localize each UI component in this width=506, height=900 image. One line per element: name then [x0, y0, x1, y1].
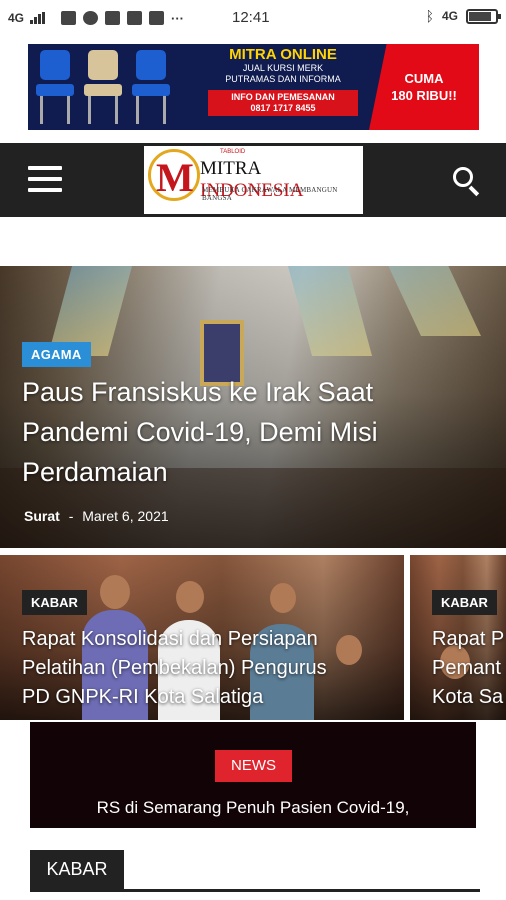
ad-title: MITRA ONLINE	[229, 46, 337, 63]
menu-icon[interactable]	[28, 166, 62, 192]
ad-price: CUMA 180 RIBU!!	[369, 44, 479, 130]
ad-info-line-1: INFO DAN PEMESANAN	[231, 92, 335, 102]
status-right: ᛒ 4G	[425, 8, 501, 24]
card-title-line: Pemant	[432, 657, 501, 679]
ad-line-1: JUAL KURSI MERK	[242, 63, 324, 73]
ad-chairs-image	[34, 50, 172, 124]
signal-icon	[30, 12, 46, 24]
hero-category-badge[interactable]: AGAMA	[22, 342, 91, 367]
search-icon[interactable]	[453, 167, 481, 197]
hero-meta: Surat - Maret 6, 2021	[24, 508, 169, 524]
ad-info: INFO DAN PEMESANAN 0817 1717 8455	[208, 90, 358, 116]
qr-icon	[127, 11, 143, 25]
network-type-right: 4G	[441, 9, 458, 23]
news-ticker[interactable]: NEWS RS di Semarang Penuh Pasien Covid-1…	[30, 722, 476, 828]
ad-banner[interactable]: MITRA ONLINE JUAL KURSI MERK PUTRAMAS DA…	[28, 44, 479, 130]
message-icon	[61, 11, 77, 25]
card-category-badge[interactable]: KABAR	[432, 590, 497, 615]
section-label[interactable]: KABAR	[30, 850, 124, 889]
card-title-line: Rapat Konsolidasi dan Persiapan	[22, 628, 318, 650]
card-title-line: Pelatihan (Pembekalan) Pengurus	[22, 657, 327, 679]
chair-blue-icon	[34, 50, 76, 124]
mail-icon	[149, 11, 165, 25]
card-title-line: Kota Sa	[432, 686, 504, 708]
ad-price-line-2: 180 RIBU!!	[391, 88, 457, 103]
stained-glass-window	[287, 266, 373, 356]
hero-date: Maret 6, 2021	[82, 508, 169, 524]
news-badge: NEWS	[215, 750, 292, 782]
chair-beige-icon	[82, 50, 124, 124]
news-ticker-text[interactable]: RS di Semarang Penuh Pasien Covid-19,	[30, 798, 476, 818]
battery-icon	[466, 8, 501, 24]
card-title-line: PD GNPK-RI Kota Salatiga	[22, 686, 264, 708]
status-left: 4G ···	[8, 11, 184, 26]
notification-icons: ···	[61, 11, 184, 26]
card-title[interactable]: Rapat Konsolidasi dan Persiapan Pelatiha…	[22, 625, 327, 712]
logo-emblem-icon: M	[148, 149, 200, 201]
bluetooth-icon: ᛒ	[425, 8, 434, 24]
ad-info-line-2: 0817 1717 8455	[250, 103, 316, 113]
logo-name-part1: MITRA	[200, 158, 261, 179]
ad-price-line-1: CUMA	[404, 71, 444, 86]
stained-glass-window	[379, 266, 481, 336]
site-logo[interactable]: M TABLOID MITRA INDONESIA MEMBUKA CAKRAW…	[144, 146, 363, 214]
hero-author[interactable]: Surat	[24, 508, 60, 524]
section-heading: KABAR	[30, 850, 480, 892]
hero-title[interactable]: Paus Fransiskus ke Irak Saat Pandemi Cov…	[22, 372, 462, 492]
ad-text: MITRA ONLINE JUAL KURSI MERK PUTRAMAS DA…	[188, 46, 378, 116]
chat-bubble-icon	[83, 11, 99, 25]
logo-small-text: TABLOID	[220, 149, 246, 155]
card-title[interactable]: Rapat P Pemant Kota Sa	[432, 625, 506, 712]
clock: 12:41	[232, 9, 270, 26]
more-notifications: ···	[171, 10, 185, 26]
card-category-badge[interactable]: KABAR	[22, 590, 87, 615]
status-bar: 4G ··· 12:41 ᛒ 4G	[0, 0, 506, 36]
logo-tagline: MEMBUKA CAKRAWALA MEMBANGUN BANGSA	[202, 186, 338, 202]
card-title-line: Rapat P	[432, 628, 505, 650]
chair-blue-icon	[130, 50, 172, 124]
network-type: 4G	[8, 11, 25, 25]
ad-line-2: PUTRAMAS DAN INFORMA	[225, 74, 341, 84]
instagram-icon	[105, 11, 121, 25]
meta-separator: -	[68, 508, 74, 524]
